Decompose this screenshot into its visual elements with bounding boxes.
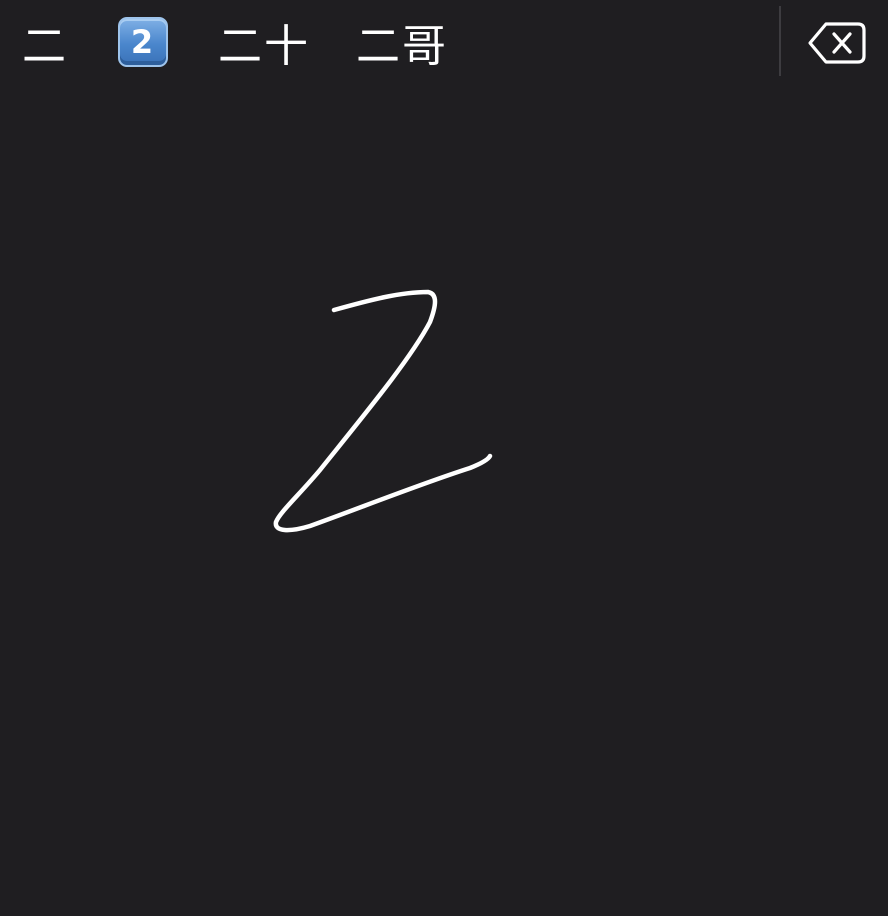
delete-button[interactable] bbox=[804, 18, 868, 68]
handwritten-stroke bbox=[273, 289, 493, 533]
candidate-4[interactable]: 二哥 bbox=[356, 14, 448, 72]
handwriting-canvas[interactable] bbox=[0, 84, 888, 912]
candidate-3-label: 二十 bbox=[218, 21, 310, 72]
keycap-digit-icon: 2 bbox=[118, 17, 168, 67]
candidate-1-label: 二 bbox=[22, 21, 68, 72]
candidate-divider bbox=[779, 6, 781, 76]
candidate-4-label: 二哥 bbox=[356, 21, 448, 72]
candidate-bar: 二 2 二十 二哥 bbox=[0, 0, 888, 84]
candidate-keycap-2[interactable]: 2 bbox=[118, 14, 168, 70]
candidate-3[interactable]: 二十 bbox=[218, 14, 310, 72]
backspace-delete-icon bbox=[808, 22, 866, 64]
candidate-1[interactable]: 二 bbox=[22, 14, 68, 72]
